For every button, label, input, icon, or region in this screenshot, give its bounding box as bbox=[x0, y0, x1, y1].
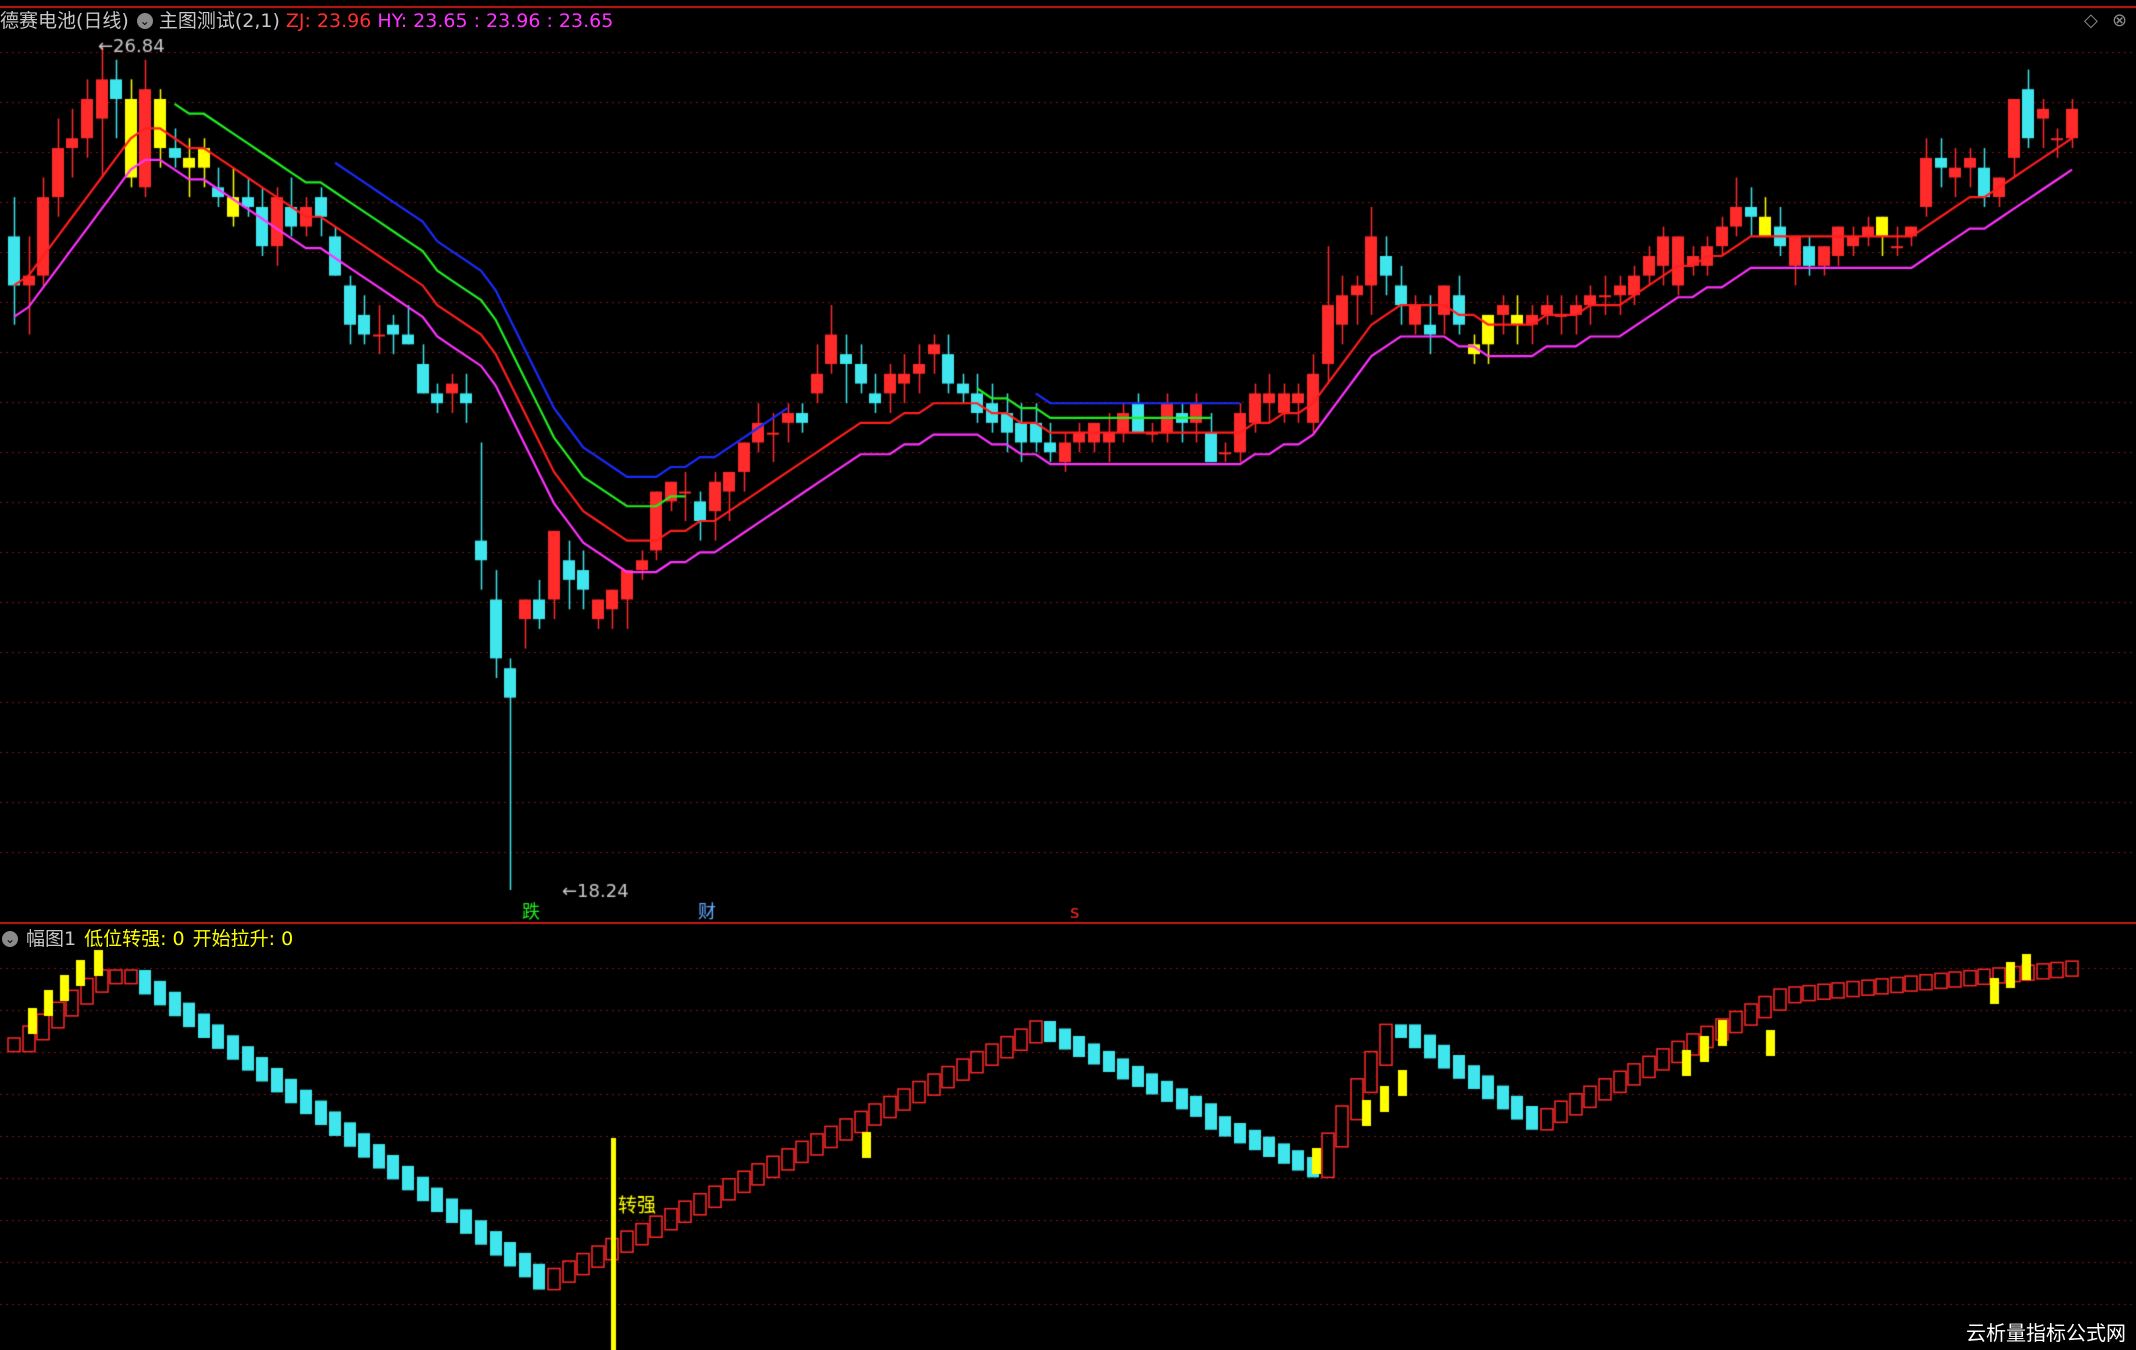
collapse-icon[interactable]: ⌄ bbox=[2, 930, 18, 947]
indicator-name[interactable]: 主图测试(2,1) bbox=[159, 10, 280, 32]
dropdown-icon[interactable]: ⌄ bbox=[136, 12, 153, 29]
signal-low-turn-strong: 低位转强: 0 bbox=[84, 928, 185, 950]
stock-name[interactable]: 德赛电池(日线) bbox=[0, 10, 129, 32]
signal-start-rise: 开始拉升: 0 bbox=[192, 928, 294, 950]
close-icon[interactable]: ⊗ bbox=[2112, 10, 2127, 31]
diamond-icon[interactable]: ◇ bbox=[2084, 10, 2098, 31]
hy-value: HY: 23.65 : 23.96 : 23.65 bbox=[377, 10, 614, 32]
watermark: 云析量指标公式网 bbox=[1964, 1317, 2128, 1346]
zj-value: ZJ: 23.96 bbox=[285, 10, 372, 32]
sub-panel-name[interactable]: 幅图1 bbox=[26, 928, 76, 950]
sub-chart-header: ⌄ 幅图1 低位转强: 0 开始拉升: 0 bbox=[0, 924, 301, 954]
kline-chart-canvas[interactable] bbox=[0, 0, 2136, 1350]
main-chart-header: 德赛电池(日线) ⌄ 主图测试(2,1) ZJ: 23.96 HY: 23.65 : 2… bbox=[0, 6, 619, 36]
